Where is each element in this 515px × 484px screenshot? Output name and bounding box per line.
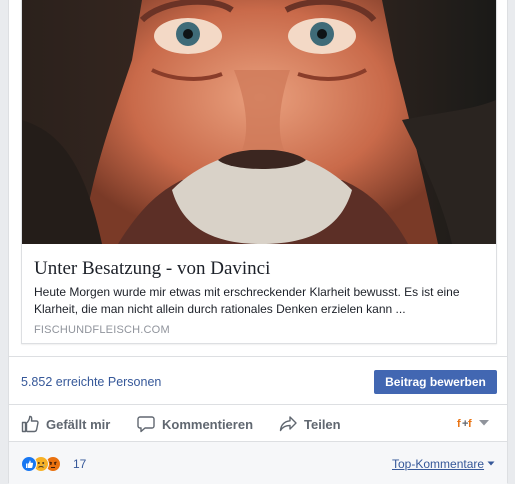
svg-text:f: f	[457, 418, 461, 430]
reaction-count[interactable]: 17	[73, 457, 86, 471]
like-button[interactable]: Gefällt mir	[21, 412, 110, 436]
like-icon[interactable]	[21, 456, 37, 472]
link-description: Heute Morgen wurde mir etwas mit erschre…	[34, 285, 460, 316]
divider	[9, 356, 507, 357]
link-domain: FISCHUNDFLEISCH.COM	[34, 324, 170, 336]
share-arrow-icon	[279, 416, 297, 432]
share-label: Teilen	[304, 416, 341, 432]
link-title[interactable]: Unter Besatzung - von Davinci	[34, 258, 270, 280]
thumbs-up-icon	[21, 415, 39, 433]
link-preview[interactable]: Unter Besatzung - von Davinci Heute Morg…	[21, 0, 497, 344]
page-selector[interactable]: f + f	[456, 416, 490, 430]
share-button[interactable]: Teilen	[279, 412, 341, 436]
preview-image[interactable]	[22, 0, 496, 244]
divider	[9, 404, 507, 405]
svg-text:f: f	[468, 418, 472, 430]
portrait-illustration	[22, 0, 496, 244]
comment-sort-dropdown[interactable]: Top-Kommentare	[392, 457, 495, 471]
post-card: Unter Besatzung - von Davinci Heute Morg…	[8, 0, 508, 484]
like-label: Gefällt mir	[46, 416, 111, 432]
page-avatar-icon: f + f	[457, 418, 472, 430]
chevron-down-icon	[479, 420, 489, 426]
reach-count[interactable]: 5.852 erreichte Personen	[21, 375, 161, 389]
comment-sort-label: Top-Kommentare	[392, 457, 485, 471]
reactions-bar: 17 Top-Kommentare	[9, 441, 507, 484]
boost-post-button[interactable]: Beitrag bewerben	[374, 370, 497, 394]
comment-icon	[137, 416, 155, 433]
comment-button[interactable]: Kommentieren	[137, 412, 253, 436]
chevron-down-icon	[487, 461, 495, 466]
comment-label: Kommentieren	[162, 416, 254, 432]
